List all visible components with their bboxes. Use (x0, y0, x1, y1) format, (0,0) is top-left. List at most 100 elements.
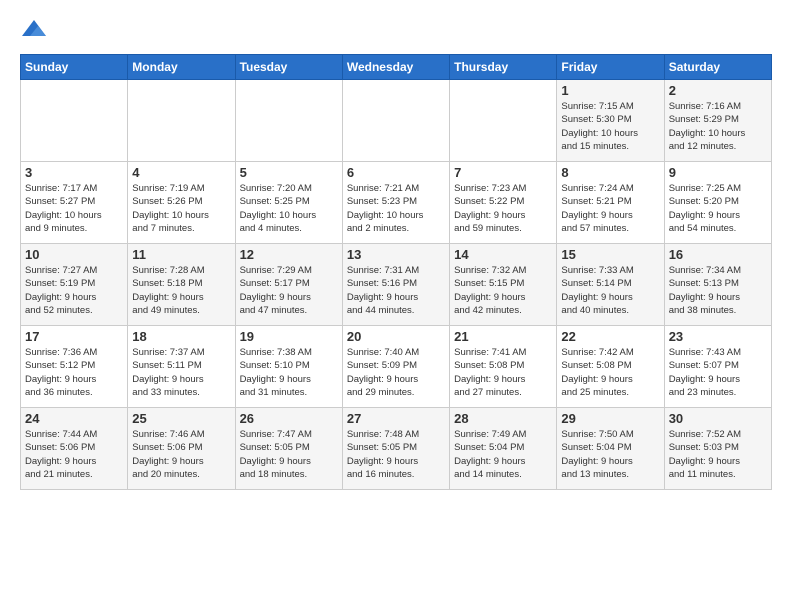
day-info: Sunrise: 7:31 AM Sunset: 5:16 PM Dayligh… (347, 264, 445, 317)
day-cell: 21 Sunrise: 7:41 AM Sunset: 5:08 PM Dayli… (450, 326, 557, 408)
week-row-4: 17 Sunrise: 7:36 AM Sunset: 5:12 PM Dayli… (21, 326, 772, 408)
day-number: 5 (240, 165, 338, 180)
day-info: Sunrise: 7:37 AM Sunset: 5:11 PM Dayligh… (132, 346, 230, 399)
day-cell: 22Sunrise: 7:42 AM Sunset: 5:08 PM Dayli… (557, 326, 664, 408)
day-cell: 19Sunrise: 7:38 AM Sunset: 5:10 PM Dayli… (235, 326, 342, 408)
logo (20, 16, 50, 44)
day-info: Sunrise: 7:42 AM Sunset: 5:08 PM Dayligh… (561, 346, 659, 399)
day-info: Sunrise: 7:46 AM Sunset: 5:06 PM Dayligh… (132, 428, 230, 481)
day-cell: 9Sunrise: 7:25 AM Sunset: 5:20 PM Daylig… (664, 162, 771, 244)
day-info: Sunrise: 7:29 AM Sunset: 5:17 PM Dayligh… (240, 264, 338, 317)
day-number: 18 (132, 329, 230, 344)
day-number: 21 (454, 329, 552, 344)
day-info: Sunrise: 7:19 AM Sunset: 5:26 PM Dayligh… (132, 182, 230, 235)
day-info: Sunrise: 7:25 AM Sunset: 5:20 PM Dayligh… (669, 182, 767, 235)
day-number: 16 (669, 247, 767, 262)
day-number: 2 (669, 83, 767, 98)
day-cell: 28Sunrise: 7:49 AM Sunset: 5:04 PM Dayli… (450, 408, 557, 490)
day-info: Sunrise: 7:17 AM Sunset: 5:27 PM Dayligh… (25, 182, 123, 235)
day-cell: 27 Sunrise: 7:48 AM Sunset: 5:05 PM Dayli… (342, 408, 449, 490)
day-header-thursday: Thursday (450, 55, 557, 80)
day-cell: 10 Sunrise: 7:27 AM Sunset: 5:19 PM Dayli… (21, 244, 128, 326)
day-info: Sunrise: 7:24 AM Sunset: 5:21 PM Dayligh… (561, 182, 659, 235)
day-cell: 2 Sunrise: 7:16 AM Sunset: 5:29 PM Daylig… (664, 80, 771, 162)
week-row-3: 10 Sunrise: 7:27 AM Sunset: 5:19 PM Dayli… (21, 244, 772, 326)
day-info: Sunrise: 7:43 AM Sunset: 5:07 PM Dayligh… (669, 346, 767, 399)
day-cell: 30Sunrise: 7:52 AM Sunset: 5:03 PM Dayli… (664, 408, 771, 490)
day-info: Sunrise: 7:50 AM Sunset: 5:04 PM Dayligh… (561, 428, 659, 481)
day-number: 20 (347, 329, 445, 344)
calendar-table: SundayMondayTuesdayWednesdayThursdayFrid… (20, 54, 772, 490)
day-info: Sunrise: 7:23 AM Sunset: 5:22 PM Dayligh… (454, 182, 552, 235)
day-info: Sunrise: 7:21 AM Sunset: 5:23 PM Dayligh… (347, 182, 445, 235)
header-row: SundayMondayTuesdayWednesdayThursdayFrid… (21, 55, 772, 80)
day-cell: 17 Sunrise: 7:36 AM Sunset: 5:12 PM Dayli… (21, 326, 128, 408)
day-cell: 16 Sunrise: 7:34 AM Sunset: 5:13 PM Dayli… (664, 244, 771, 326)
day-cell: 24 Sunrise: 7:44 AM Sunset: 5:06 PM Dayli… (21, 408, 128, 490)
day-cell: 14 Sunrise: 7:32 AM Sunset: 5:15 PM Dayli… (450, 244, 557, 326)
day-number: 30 (669, 411, 767, 426)
day-cell: 6 Sunrise: 7:21 AM Sunset: 5:23 PM Daylig… (342, 162, 449, 244)
day-number: 27 (347, 411, 445, 426)
day-cell: 3 Sunrise: 7:17 AM Sunset: 5:27 PM Daylig… (21, 162, 128, 244)
day-info: Sunrise: 7:34 AM Sunset: 5:13 PM Dayligh… (669, 264, 767, 317)
day-number: 14 (454, 247, 552, 262)
day-cell (21, 80, 128, 162)
day-number: 3 (25, 165, 123, 180)
day-info: Sunrise: 7:32 AM Sunset: 5:15 PM Dayligh… (454, 264, 552, 317)
day-number: 15 (561, 247, 659, 262)
day-cell: 18 Sunrise: 7:37 AM Sunset: 5:11 PM Dayli… (128, 326, 235, 408)
day-info: Sunrise: 7:33 AM Sunset: 5:14 PM Dayligh… (561, 264, 659, 317)
day-number: 17 (25, 329, 123, 344)
day-info: Sunrise: 7:15 AM Sunset: 5:30 PM Dayligh… (561, 100, 659, 153)
day-cell (235, 80, 342, 162)
day-number: 7 (454, 165, 552, 180)
week-row-1: 1 Sunrise: 7:15 AM Sunset: 5:30 PM Daylig… (21, 80, 772, 162)
day-number: 4 (132, 165, 230, 180)
day-cell: 26 Sunrise: 7:47 AM Sunset: 5:05 PM Dayli… (235, 408, 342, 490)
day-info: Sunrise: 7:44 AM Sunset: 5:06 PM Dayligh… (25, 428, 123, 481)
day-cell: 4 Sunrise: 7:19 AM Sunset: 5:26 PM Daylig… (128, 162, 235, 244)
day-info: Sunrise: 7:48 AM Sunset: 5:05 PM Dayligh… (347, 428, 445, 481)
day-cell: 5 Sunrise: 7:20 AM Sunset: 5:25 PM Daylig… (235, 162, 342, 244)
day-header-saturday: Saturday (664, 55, 771, 80)
day-header-monday: Monday (128, 55, 235, 80)
day-cell: 8 Sunrise: 7:24 AM Sunset: 5:21 PM Daylig… (557, 162, 664, 244)
day-cell: 25 Sunrise: 7:46 AM Sunset: 5:06 PM Dayli… (128, 408, 235, 490)
day-cell: 11 Sunrise: 7:28 AM Sunset: 5:18 PM Dayli… (128, 244, 235, 326)
day-cell: 7 Sunrise: 7:23 AM Sunset: 5:22 PM Daylig… (450, 162, 557, 244)
day-number: 19 (240, 329, 338, 344)
day-info: Sunrise: 7:16 AM Sunset: 5:29 PM Dayligh… (669, 100, 767, 153)
day-header-wednesday: Wednesday (342, 55, 449, 80)
logo-icon (20, 16, 48, 44)
day-number: 29 (561, 411, 659, 426)
day-number: 25 (132, 411, 230, 426)
day-info: Sunrise: 7:41 AM Sunset: 5:08 PM Dayligh… (454, 346, 552, 399)
week-row-2: 3 Sunrise: 7:17 AM Sunset: 5:27 PM Daylig… (21, 162, 772, 244)
day-cell (128, 80, 235, 162)
day-info: Sunrise: 7:20 AM Sunset: 5:25 PM Dayligh… (240, 182, 338, 235)
day-info: Sunrise: 7:40 AM Sunset: 5:09 PM Dayligh… (347, 346, 445, 399)
day-number: 28 (454, 411, 552, 426)
day-cell: 1 Sunrise: 7:15 AM Sunset: 5:30 PM Daylig… (557, 80, 664, 162)
day-cell: 20 Sunrise: 7:40 AM Sunset: 5:09 PM Dayli… (342, 326, 449, 408)
day-number: 24 (25, 411, 123, 426)
day-number: 10 (25, 247, 123, 262)
day-cell: 23Sunrise: 7:43 AM Sunset: 5:07 PM Dayli… (664, 326, 771, 408)
day-info: Sunrise: 7:47 AM Sunset: 5:05 PM Dayligh… (240, 428, 338, 481)
day-number: 26 (240, 411, 338, 426)
day-info: Sunrise: 7:36 AM Sunset: 5:12 PM Dayligh… (25, 346, 123, 399)
day-number: 11 (132, 247, 230, 262)
day-info: Sunrise: 7:27 AM Sunset: 5:19 PM Dayligh… (25, 264, 123, 317)
day-cell: 29 Sunrise: 7:50 AM Sunset: 5:04 PM Dayli… (557, 408, 664, 490)
day-header-sunday: Sunday (21, 55, 128, 80)
day-number: 8 (561, 165, 659, 180)
day-cell (342, 80, 449, 162)
day-number: 1 (561, 83, 659, 98)
day-cell (450, 80, 557, 162)
day-info: Sunrise: 7:28 AM Sunset: 5:18 PM Dayligh… (132, 264, 230, 317)
day-number: 12 (240, 247, 338, 262)
header (20, 16, 772, 44)
week-row-5: 24 Sunrise: 7:44 AM Sunset: 5:06 PM Dayli… (21, 408, 772, 490)
day-number: 6 (347, 165, 445, 180)
